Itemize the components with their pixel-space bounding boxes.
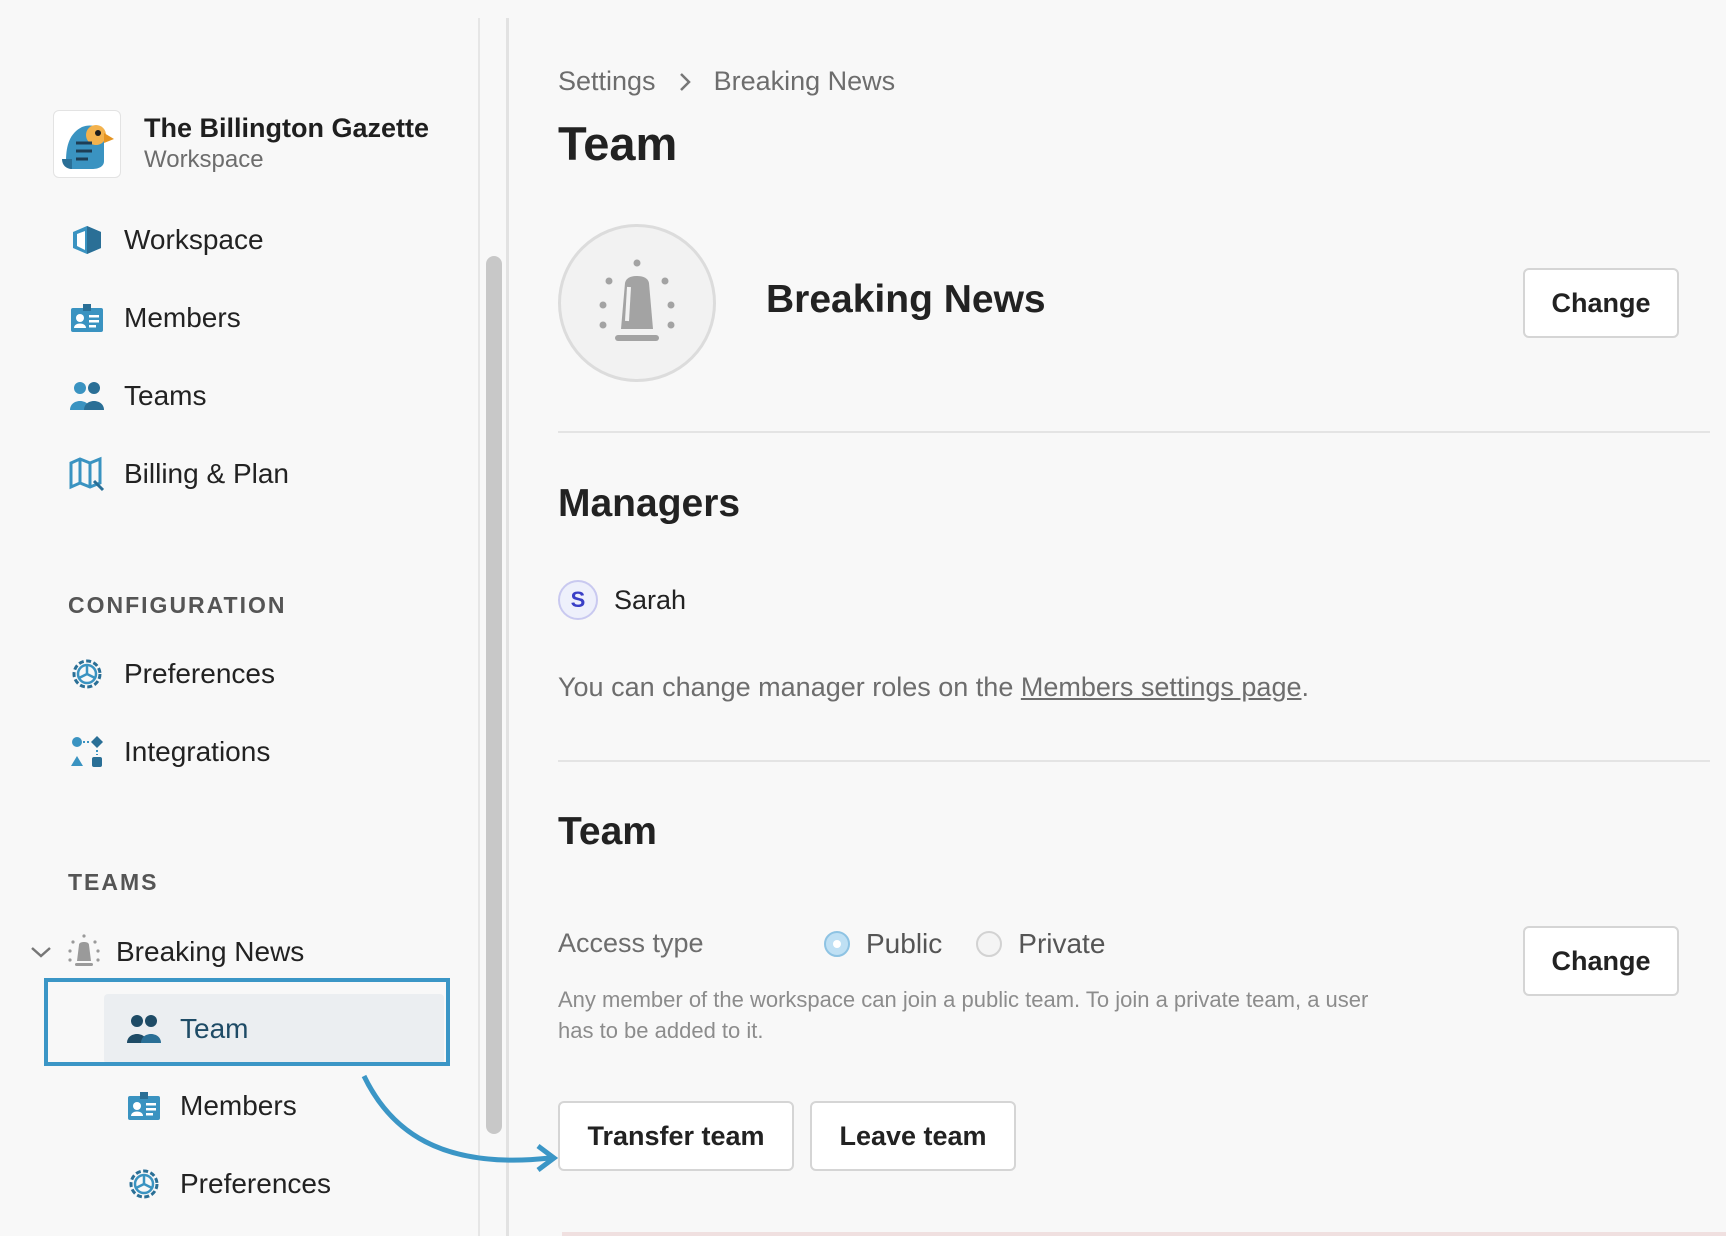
siren-icon (64, 932, 104, 972)
members-settings-link[interactable]: Members settings page (1021, 672, 1302, 702)
sidebar-item-members[interactable]: Members (68, 296, 241, 340)
parrot-logo-icon (62, 125, 114, 169)
hint-text: You can change manager roles on the (558, 672, 1021, 702)
sidebar-item-label: Billing & Plan (124, 458, 289, 489)
breadcrumb: Settings Breaking News (558, 66, 895, 97)
siren-icon (599, 259, 675, 341)
sidebar-team-label: Breaking News (116, 936, 305, 967)
workspace-subtitle: Workspace (144, 146, 264, 173)
sidebar-subitem-label: Members (180, 1090, 297, 1121)
team-section-heading: Team (558, 810, 657, 853)
avatar: S (558, 580, 598, 620)
transfer-team-button[interactable]: Transfer team (558, 1101, 794, 1171)
sidebar-item-preferences[interactable]: Preferences (68, 652, 275, 696)
access-type-description: Any member of the workspace can join a p… (558, 987, 1369, 1043)
manager-name: Sarah (614, 584, 687, 615)
bottom-edge (562, 1232, 1726, 1236)
gear-icon (68, 655, 106, 693)
change-access-button[interactable]: Change (1523, 926, 1679, 996)
sidebar-scrollbar[interactable] (486, 256, 502, 1134)
workspace-logo (53, 110, 121, 178)
sidebar: The Billington Gazette Workspace Workspa… (0, 0, 478, 1236)
divider (558, 431, 1710, 433)
chevron-down-icon[interactable] (30, 945, 54, 959)
sidebar-item-teams[interactable]: Teams (68, 374, 206, 418)
workspace-header[interactable]: The Billington Gazette Workspace (53, 110, 429, 178)
sidebar-subitem-preferences[interactable]: Preferences (124, 1162, 331, 1206)
access-type-radio-group: Public Private (824, 928, 1139, 960)
team-name: Breaking News (766, 278, 1046, 321)
workspace-icon (68, 221, 106, 259)
radio-selected-icon (824, 931, 850, 957)
sidebar-item-label: Integrations (124, 736, 271, 767)
sidebar-item-workspace[interactable]: Workspace (68, 218, 264, 262)
sidebar-subitem-label: Preferences (180, 1168, 331, 1199)
manager-hint: You can change manager roles on the Memb… (558, 672, 1309, 703)
radio-label: Private (1018, 928, 1106, 959)
sidebar-subitem-members[interactable]: Members (124, 1084, 297, 1128)
gear-icon (124, 1164, 164, 1204)
access-type-label: Access type (558, 928, 704, 958)
sidebar-item-label: Teams (124, 380, 207, 411)
sidebar-item-billing[interactable]: Billing & Plan (68, 452, 289, 496)
leave-team-button[interactable]: Leave team (810, 1101, 1016, 1171)
sidebar-item-integrations[interactable]: Integrations (68, 730, 270, 774)
managers-heading: Managers (558, 482, 741, 525)
radio-label: Public (866, 928, 943, 959)
member-card-icon (68, 299, 106, 337)
radio-private[interactable]: Private (976, 928, 1105, 960)
sidebar-divider (478, 18, 480, 1236)
chevron-right-icon (678, 71, 692, 93)
hint-suffix: . (1301, 672, 1309, 702)
annotation-arrow-icon (361, 1074, 559, 1172)
highlight-annotation-box (44, 978, 450, 1066)
sidebar-item-label: Workspace (124, 224, 264, 255)
workspace-name: The Billington Gazette (144, 113, 430, 143)
page-title: Team (558, 117, 678, 170)
sidebar-item-label: Members (124, 302, 241, 333)
radio-unselected-icon (976, 931, 1003, 957)
radio-public[interactable]: Public (824, 928, 942, 960)
content-divider (506, 18, 509, 1236)
sidebar-team-breaking-news[interactable]: Breaking News (30, 930, 304, 974)
sidebar-item-label: Preferences (124, 658, 275, 689)
integrations-icon (68, 733, 106, 771)
change-avatar-button[interactable]: Change (1523, 268, 1679, 338)
breadcrumb-settings[interactable]: Settings (558, 66, 656, 97)
breadcrumb-breaking-news[interactable]: Breaking News (714, 66, 896, 97)
section-label-configuration: CONFIGURATION (68, 592, 287, 618)
section-label-teams: TEAMS (68, 869, 159, 895)
billing-map-icon (68, 455, 106, 493)
manager-row: S Sarah (558, 580, 686, 620)
divider (558, 760, 1710, 762)
teams-icon (68, 377, 106, 415)
team-avatar (558, 224, 716, 382)
member-card-icon (124, 1086, 164, 1126)
